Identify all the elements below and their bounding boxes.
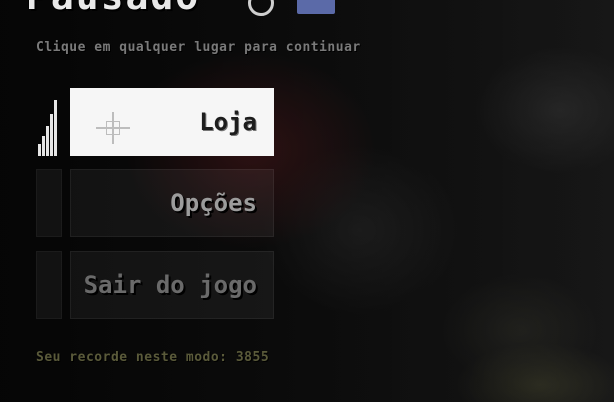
side-panel-options	[36, 169, 62, 237]
volume-level-icon[interactable]	[36, 88, 60, 156]
crosshair-cursor-icon	[96, 112, 130, 144]
continue-hint: Clique em qualquer lugar para continuar	[36, 40, 361, 55]
options-button-label: Opções	[170, 189, 257, 217]
shop-button-label: Loja	[199, 108, 257, 136]
exit-game-button[interactable]: Sair do jogo	[70, 251, 274, 319]
facebook-icon[interactable]	[297, 0, 335, 14]
options-button[interactable]: Opções	[70, 169, 274, 237]
side-panel-exit	[36, 251, 62, 319]
page-title: Pausado	[26, 0, 200, 18]
exit-game-button-label: Sair do jogo	[83, 271, 257, 299]
best-score-text: Seu recorde neste modo: 3855	[36, 350, 270, 365]
